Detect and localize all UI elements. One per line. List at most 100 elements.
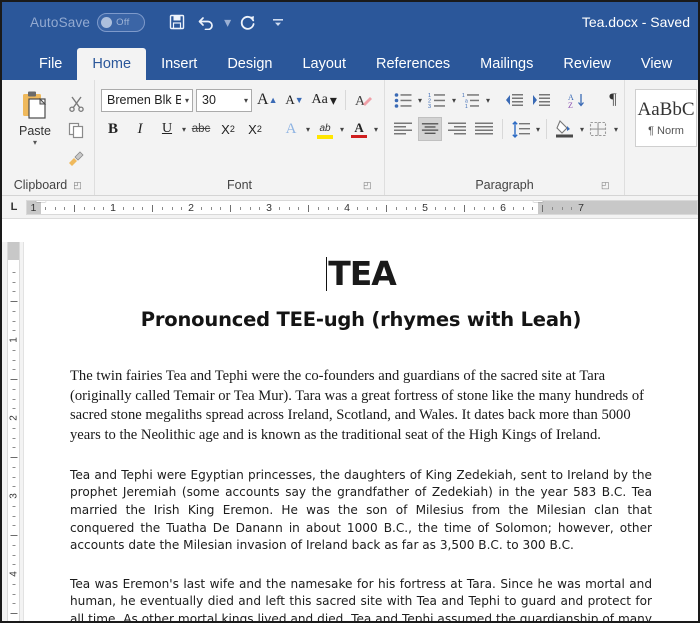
redo-icon[interactable]: [234, 8, 262, 36]
vertical-ruler[interactable]: 1 2 3 4: [2, 242, 24, 621]
change-case-button[interactable]: Aa ▾: [309, 88, 338, 112]
tab-view[interactable]: View: [626, 48, 687, 80]
multilevel-list-button[interactable]: 1a1: [459, 88, 483, 112]
underline-dropdown-caret[interactable]: ▾: [182, 125, 186, 134]
bold-button[interactable]: B: [101, 117, 125, 141]
shading-button[interactable]: [553, 117, 577, 141]
vertical-ruler-tick: [12, 369, 15, 371]
vertical-ruler-tick: [12, 603, 15, 605]
ruler-tick: [44, 206, 46, 210]
paste-dropdown-caret[interactable]: ▾: [33, 139, 37, 147]
justify-button[interactable]: [472, 117, 496, 141]
grow-font-button[interactable]: A ▲: [255, 88, 279, 112]
ruler-tick: [249, 206, 251, 210]
tab-stop-selector[interactable]: L: [2, 201, 26, 213]
style-name-label: ¶ Norm: [648, 125, 684, 137]
font-color-dropdown-caret[interactable]: ▾: [374, 125, 378, 134]
numbering-dropdown-caret[interactable]: ▾: [452, 96, 456, 105]
font-size-combobox[interactable]: 30 ▾: [196, 88, 252, 112]
superscript-button[interactable]: X2: [243, 117, 267, 141]
ruler-tick: [220, 206, 222, 210]
shrink-font-button[interactable]: A ▼: [282, 88, 306, 112]
clear-format-glyph: A: [355, 94, 366, 109]
italic-button[interactable]: I: [128, 117, 152, 141]
copy-icon[interactable]: [64, 119, 88, 143]
line-spacing-dropdown-caret[interactable]: ▾: [536, 125, 540, 134]
subscript-button[interactable]: X2: [216, 117, 240, 141]
im-right-top-handle[interactable]: [533, 200, 544, 202]
vertical-ruler-margin-zone: [8, 242, 19, 260]
decrease-indent-button[interactable]: [502, 88, 526, 112]
vertical-ruler-tick: [12, 525, 15, 527]
ruler-tick: [386, 204, 387, 212]
tab-insert[interactable]: Insert: [146, 48, 212, 80]
ruler-strip[interactable]: 1 1 2 3 4 5 6 7: [26, 199, 698, 215]
tab-mailings[interactable]: Mailings: [465, 48, 548, 80]
center-button[interactable]: [418, 117, 443, 141]
ruler-tick: [571, 206, 573, 210]
line-spacing-button[interactable]: [509, 117, 533, 141]
cut-icon[interactable]: [64, 92, 88, 116]
font-dialog-launcher[interactable]: ◰: [363, 180, 372, 190]
style-preview-text: AaBbC: [637, 99, 695, 120]
tab-layout[interactable]: Layout: [287, 48, 361, 80]
bullets-button[interactable]: [391, 88, 415, 112]
borders-button[interactable]: [587, 117, 611, 141]
tab-home[interactable]: Home: [77, 48, 147, 80]
shading-dropdown-caret[interactable]: ▾: [580, 125, 584, 134]
text-highlight-color-button[interactable]: ab: [313, 117, 337, 141]
ruler-tick: [83, 206, 85, 210]
tab-design[interactable]: Design: [212, 48, 287, 80]
chevron-down-icon[interactable]: ▾: [244, 96, 248, 105]
numbering-button[interactable]: 123: [425, 88, 449, 112]
ruler-tick: [93, 206, 95, 210]
underline-button[interactable]: U: [155, 117, 179, 141]
horizontal-ruler[interactable]: L 1 1 2 3 4 5 6 7: [2, 196, 698, 219]
bullets-dropdown-caret[interactable]: ▾: [418, 96, 422, 105]
save-icon[interactable]: [163, 8, 191, 36]
vertical-ruler-strip[interactable]: 1 2 3 4: [7, 242, 20, 621]
paste-button[interactable]: Paste ▾: [8, 86, 62, 175]
multilevel-dropdown-caret[interactable]: ▾: [486, 96, 490, 105]
autosave-toggle[interactable]: Off: [97, 12, 146, 32]
text-effects-button[interactable]: A: [279, 117, 303, 141]
customize-qat-icon[interactable]: [264, 8, 292, 36]
ruler-tick: [337, 206, 339, 210]
undo-dropdown-caret[interactable]: ▾: [223, 14, 232, 31]
ruler-tick: [230, 204, 231, 212]
document-page[interactable]: TEA Pronounced TEE-ugh (rhymes with Leah…: [24, 242, 698, 621]
undo-icon[interactable]: [193, 8, 221, 36]
sort-button[interactable]: AZ: [565, 88, 589, 112]
align-left-button[interactable]: [391, 117, 415, 141]
ruler-tick: [103, 206, 105, 210]
ruler-tick: [259, 206, 261, 210]
chevron-down-icon[interactable]: ▾: [330, 92, 337, 109]
im-left-top-handle[interactable]: [36, 200, 47, 202]
tab-file[interactable]: File: [24, 48, 77, 80]
tab-references[interactable]: References: [361, 48, 465, 80]
align-right-button[interactable]: [445, 117, 469, 141]
divider: [502, 119, 504, 139]
ruler-tick: [415, 206, 417, 210]
ribbon-tabs: File Home Insert Design Layout Reference…: [2, 42, 698, 80]
font-name-combobox[interactable]: Bremen Blk B ▾: [101, 88, 193, 112]
tab-review[interactable]: Review: [548, 48, 626, 80]
clear-formatting-button[interactable]: A: [352, 88, 376, 112]
text-effects-dropdown-caret[interactable]: ▾: [306, 125, 310, 134]
style-normal[interactable]: AaBbC ¶ Norm: [635, 89, 697, 147]
increase-indent-button[interactable]: [529, 88, 553, 112]
autosave-control[interactable]: AutoSave Off: [30, 12, 146, 32]
vertical-ruler-number: 2: [8, 415, 19, 421]
strikethrough-button[interactable]: abc: [189, 117, 213, 141]
show-formatting-marks-button[interactable]: ¶: [601, 88, 625, 112]
borders-dropdown-caret[interactable]: ▾: [614, 125, 618, 134]
vertical-ruler-tick: [12, 427, 15, 429]
highlight-dropdown-caret[interactable]: ▾: [340, 125, 344, 134]
format-painter-icon[interactable]: [64, 146, 88, 170]
paragraph-dialog-launcher[interactable]: ◰: [601, 180, 610, 190]
ruler-tick: [366, 206, 368, 210]
font-color-button[interactable]: A: [347, 117, 371, 141]
ruler-tick: [327, 206, 329, 210]
chevron-down-icon[interactable]: ▾: [185, 96, 189, 105]
clipboard-dialog-launcher[interactable]: ◰: [73, 180, 82, 190]
